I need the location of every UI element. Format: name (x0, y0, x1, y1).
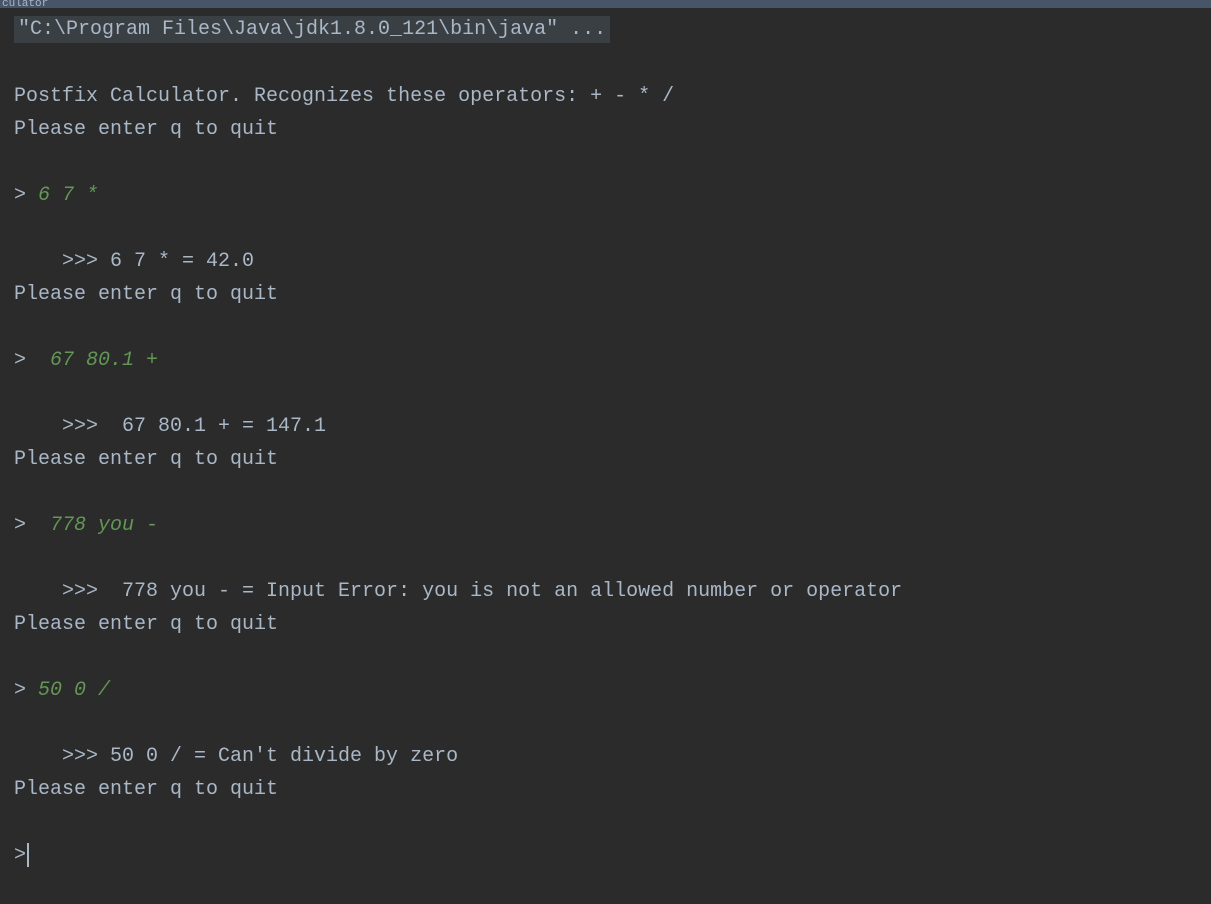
prompt-line: > 67 80.1 + (14, 344, 1211, 377)
quit-message: Please enter q to quit (14, 443, 1211, 476)
prompt-line: > 50 0 / (14, 674, 1211, 707)
blank (14, 377, 1211, 410)
blank (14, 707, 1211, 740)
user-input: 67 80.1 + (38, 349, 158, 372)
user-input: 50 0 / (38, 679, 110, 702)
quit-message: Please enter q to quit (14, 773, 1211, 806)
prompt-symbol: > (14, 349, 38, 372)
blank (14, 641, 1211, 674)
blank (14, 146, 1211, 179)
text-cursor (27, 843, 29, 867)
quit-message: Please enter q to quit (14, 113, 1211, 146)
blank (14, 476, 1211, 509)
blank (14, 311, 1211, 344)
user-input: 778 you - (38, 514, 158, 537)
header-title: culator (2, 0, 48, 8)
result-line: >>> 6 7 * = 42.0 (14, 245, 1211, 278)
prompt-symbol: > (14, 679, 38, 702)
prompt-symbol: > (14, 514, 38, 537)
console-header-bar: culator (0, 0, 1211, 8)
blank (14, 47, 1211, 80)
blank (14, 806, 1211, 839)
blank (14, 212, 1211, 245)
blank (14, 542, 1211, 575)
prompt-symbol: > (14, 844, 26, 867)
console-output[interactable]: "C:\Program Files\Java\jdk1.8.0_121\bin\… (0, 8, 1211, 872)
user-input: 6 7 * (38, 184, 98, 207)
quit-message: Please enter q to quit (14, 608, 1211, 641)
prompt-symbol: > (14, 184, 38, 207)
result-line: >>> 67 80.1 + = 147.1 (14, 410, 1211, 443)
prompt-line: > 6 7 * (14, 179, 1211, 212)
active-prompt-line[interactable]: > (14, 839, 1211, 872)
quit-message: Please enter q to quit (14, 278, 1211, 311)
intro-line: Postfix Calculator. Recognizes these ope… (14, 80, 1211, 113)
result-line: >>> 778 you - = Input Error: you is not … (14, 575, 1211, 608)
result-line: >>> 50 0 / = Can't divide by zero (14, 740, 1211, 773)
prompt-line: > 778 you - (14, 509, 1211, 542)
java-command: "C:\Program Files\Java\jdk1.8.0_121\bin\… (14, 16, 610, 43)
